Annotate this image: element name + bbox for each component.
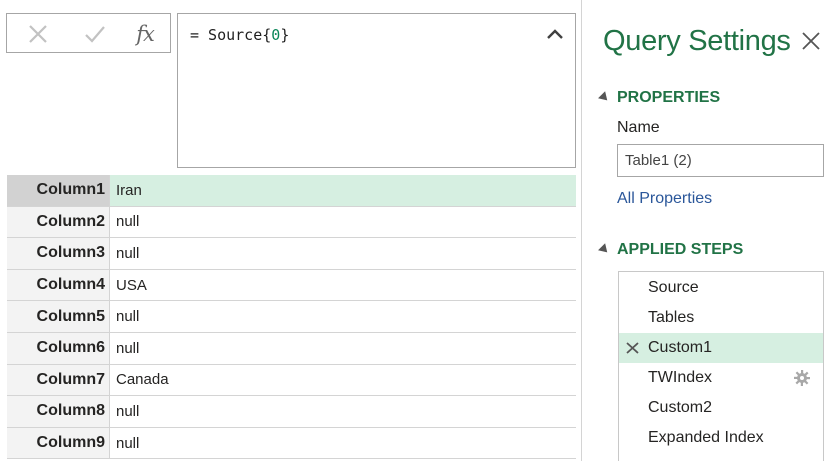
applied-step-item[interactable]: Custom2 (619, 393, 823, 423)
record-field-name[interactable]: Column4 (7, 269, 110, 301)
x-icon (29, 25, 47, 43)
record-field-value[interactable]: null (110, 332, 576, 364)
applied-step-item[interactable]: Tables (619, 303, 823, 333)
record-field-name[interactable]: Column2 (7, 206, 110, 238)
record-field-value[interactable]: USA (110, 269, 576, 301)
applied-step-label: Source (648, 279, 699, 296)
applied-step-label: Custom1 (648, 339, 713, 356)
collapse-triangle-icon (598, 242, 611, 256)
record-field-name[interactable]: Column1 (7, 175, 110, 206)
pane-divider[interactable] (581, 0, 582, 461)
record-field-name[interactable]: Column5 (7, 301, 110, 332)
formula-index: 0 (271, 26, 281, 44)
applied-steps-section-header[interactable]: APPLIED STEPS (598, 241, 743, 259)
record-field-value[interactable]: null (110, 238, 576, 269)
record-field-value[interactable]: null (110, 206, 576, 238)
record-field-value[interactable]: null (110, 396, 576, 427)
query-name-value: Table1 (2) (625, 152, 692, 169)
record-field-value[interactable]: Canada (110, 364, 576, 396)
record-row[interactable]: Column9 null (7, 427, 576, 460)
name-label: Name (617, 119, 660, 136)
properties-section-header[interactable]: PROPERTIES (598, 89, 720, 107)
record-row[interactable]: Column4 USA (7, 269, 576, 302)
applied-step-label: Custom2 (648, 399, 713, 416)
applied-steps-list: Source Tables Custom1 TWIndex Custom2 Expande… (618, 271, 824, 461)
applied-step-label: TWIndex (648, 369, 713, 386)
record-row[interactable]: Column7 Canada (7, 364, 576, 397)
gear-icon[interactable] (793, 369, 811, 387)
insert-function-button[interactable]: fx (131, 20, 159, 48)
all-properties-link[interactable]: All Properties (617, 190, 712, 208)
fx-label: fx (136, 22, 155, 46)
formula-prefix: = Source{ (190, 26, 272, 44)
query-name-input[interactable]: Table1 (2) (617, 144, 824, 177)
applied-step-item[interactable]: Expanded Index (619, 423, 823, 453)
delete-step-icon[interactable] (625, 341, 640, 355)
applied-step-label: Tables (648, 309, 695, 326)
properties-header-label: PROPERTIES (617, 89, 721, 106)
record-row[interactable]: Column5 null (7, 301, 576, 333)
record-field-value[interactable]: null (110, 427, 576, 459)
record-field-name[interactable]: Column8 (7, 396, 110, 427)
applied-steps-header-label: APPLIED STEPS (617, 241, 744, 258)
applied-step-item[interactable]: TWIndex (619, 363, 823, 393)
applied-step-item[interactable]: Custom1 (619, 333, 823, 363)
applied-step-item[interactable]: Source (619, 273, 823, 303)
record-row[interactable]: Column1 Iran (7, 175, 576, 207)
commit-formula-button[interactable] (81, 20, 109, 48)
record-field-name[interactable]: Column9 (7, 427, 110, 459)
applied-step-label: Expanded Index (648, 429, 764, 446)
collapse-triangle-icon (598, 90, 611, 104)
record-field-value[interactable]: null (110, 301, 576, 332)
record-field-name[interactable]: Column7 (7, 364, 110, 396)
record-row[interactable]: Column6 null (7, 332, 576, 365)
query-settings-title: Query Settings (603, 25, 791, 57)
chevron-up-icon[interactable] (545, 27, 565, 41)
checkmark-icon (85, 26, 105, 43)
record-grid: Column1 Iran Column2 null Column3 null Column4… (7, 175, 576, 460)
formula-suffix: } (280, 26, 290, 44)
record-field-name[interactable]: Column6 (7, 332, 110, 364)
formula-editor[interactable]: = Source{0} (177, 13, 576, 168)
formula-bar-buttons: fx (6, 13, 171, 53)
record-row[interactable]: Column3 null (7, 238, 576, 270)
record-field-name[interactable]: Column3 (7, 238, 110, 269)
close-icon[interactable] (800, 30, 822, 52)
record-field-value[interactable]: Iran (110, 175, 576, 206)
record-row[interactable]: Column2 null (7, 206, 576, 239)
cancel-formula-button[interactable] (24, 20, 52, 48)
formula-text[interactable]: = Source{0} (190, 26, 289, 44)
record-row[interactable]: Column8 null (7, 396, 576, 428)
